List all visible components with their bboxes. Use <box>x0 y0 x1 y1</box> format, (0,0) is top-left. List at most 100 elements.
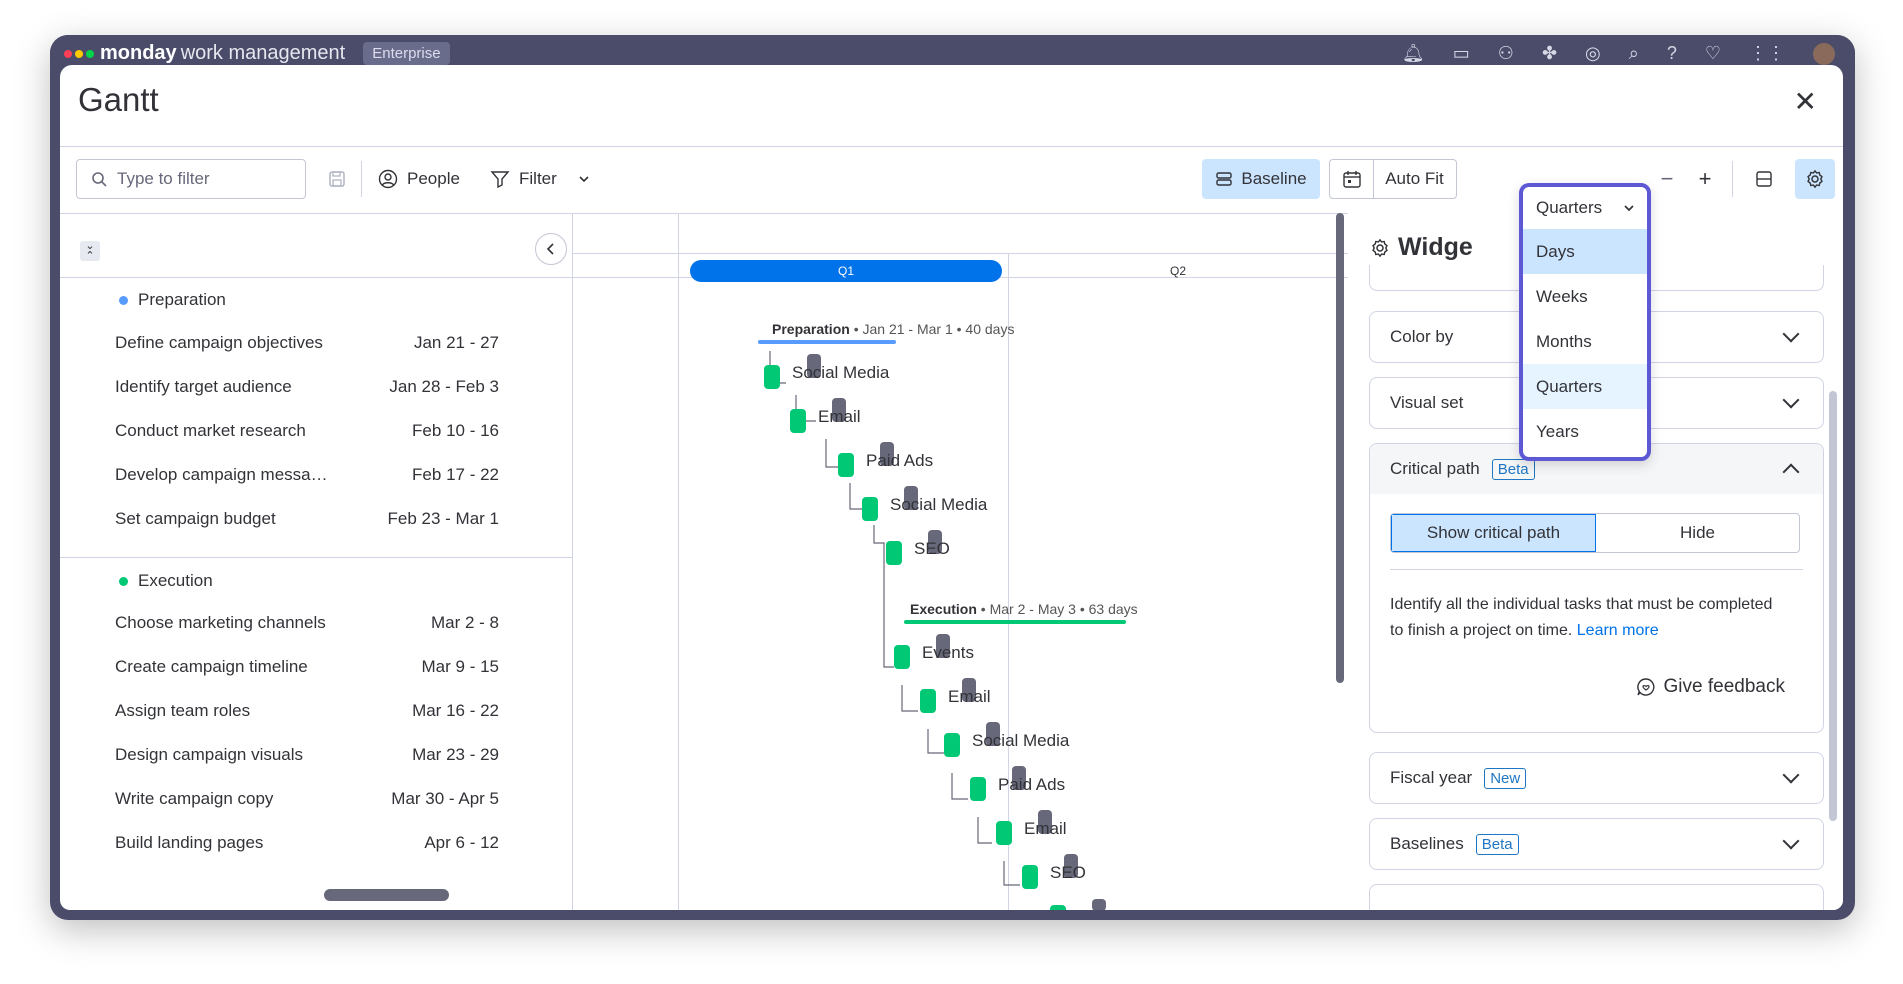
brand-subtitle: work management <box>180 42 346 64</box>
task-row[interactable]: Develop campaign messag… Feb 17 - 22 <box>115 465 499 485</box>
baseline-icon <box>1216 172 1233 186</box>
task-bar[interactable] <box>764 365 780 389</box>
dropdown-option-years[interactable]: Years <box>1523 409 1647 454</box>
chevron-down-icon[interactable] <box>578 173 590 185</box>
zoom-in-button[interactable]: + <box>1690 159 1720 199</box>
new-badge: New <box>1484 767 1527 789</box>
logo[interactable]: monday work management Enterprise <box>64 42 450 65</box>
people-button[interactable]: People <box>378 159 460 199</box>
heart-icon[interactable]: ♡ <box>1705 43 1721 65</box>
task-row[interactable]: Identify target audience Jan 28 - Feb 3 <box>115 377 499 397</box>
dropdown-option-quarters[interactable]: Quarters <box>1523 364 1647 409</box>
task-row[interactable]: Create campaign timeline Mar 9 - 15 <box>115 657 499 677</box>
gear-icon <box>1372 238 1388 257</box>
task-row[interactable]: Define campaign objectives Jan 21 - 27 <box>115 333 499 353</box>
task-row[interactable]: Choose marketing channels Mar 2 - 8 <box>115 613 499 633</box>
task-bar[interactable] <box>996 821 1012 845</box>
zoom-out-button[interactable]: − <box>1652 159 1682 199</box>
task-bar[interactable] <box>1022 865 1038 889</box>
panel-scrollbar[interactable] <box>1829 391 1837 821</box>
filter-button[interactable]: Filter <box>490 159 590 199</box>
group-color-dot <box>119 295 128 305</box>
task-bar[interactable] <box>838 453 854 477</box>
beta-badge: Beta <box>1491 458 1535 480</box>
task-bar[interactable] <box>944 733 960 757</box>
divider <box>60 277 572 278</box>
person-icon <box>378 169 398 189</box>
chevron-down-icon <box>1624 205 1634 212</box>
horizontal-scrollbar[interactable] <box>324 889 449 901</box>
dropdown-option-days[interactable]: Days <box>1523 229 1647 274</box>
task-row[interactable]: Set campaign budget Feb 23 - Mar 1 <box>115 509 499 529</box>
task-dates: Feb 17 - 22 <box>412 465 499 484</box>
brand-name: monday <box>100 42 177 64</box>
accordion-baselines[interactable]: Baselines Beta <box>1369 818 1824 870</box>
task-bar[interactable] <box>862 497 878 521</box>
learn-more-link[interactable]: Learn more <box>1577 622 1659 639</box>
invite-icon[interactable]: ⚇ <box>1498 43 1514 65</box>
filter-label: Filter <box>519 169 557 188</box>
inbox-icon[interactable]: ▭ <box>1453 43 1470 65</box>
show-critical-path-button[interactable]: Show critical path <box>1391 514 1596 552</box>
baseline-button[interactable]: Baseline <box>1202 159 1320 199</box>
task-bar[interactable] <box>1050 905 1066 910</box>
accordion-label: Baselines <box>1390 834 1464 853</box>
task-tag: SEO <box>1050 863 1086 882</box>
task-dates: Jan 28 - Feb 3 <box>389 377 499 396</box>
give-feedback-button[interactable]: Give feedback <box>1636 676 1785 698</box>
filter-icon <box>490 171 510 189</box>
help-icon[interactable]: ? <box>1667 43 1677 65</box>
panel-header: Widge <box>1370 233 1473 262</box>
collapse-panel-button[interactable] <box>535 233 567 265</box>
task-dates: Mar 23 - 29 <box>412 745 499 764</box>
task-dates: Mar 30 - Apr 5 <box>391 789 499 808</box>
critical-path-toggle: Show critical path Hide <box>1390 513 1800 553</box>
ai-icon[interactable]: ◎ <box>1585 43 1601 65</box>
hide-button[interactable]: Hide <box>1596 514 1799 552</box>
collapse-all-icon[interactable]: ⌄ ⌃ <box>80 241 100 262</box>
search-icon[interactable]: ⌕ <box>1629 43 1639 65</box>
task-row[interactable]: Conduct market research Feb 10 - 16 <box>115 421 499 441</box>
apps-icon[interactable]: ✤ <box>1542 43 1557 65</box>
layout-icon <box>1756 171 1772 187</box>
save-view-icon[interactable] <box>322 159 352 199</box>
task-name: Assign team roles <box>115 701 251 720</box>
accordion-fiscal-year[interactable]: Fiscal year New <box>1369 752 1824 804</box>
group-title-execution[interactable]: Execution <box>119 571 213 591</box>
task-bar[interactable] <box>886 541 902 565</box>
task-row[interactable]: Build landing pages Apr 6 - 12 <box>115 833 499 853</box>
divider <box>60 557 572 558</box>
chevron-left-icon <box>546 243 554 255</box>
calendar-today-button[interactable] <box>1329 159 1374 199</box>
dropdown-option-months[interactable]: Months <box>1523 319 1647 364</box>
vertical-scrollbar[interactable] <box>1336 213 1344 683</box>
group-title-preparation[interactable]: Preparation <box>119 290 226 310</box>
task-dates: Feb 23 - Mar 1 <box>387 509 500 528</box>
auto-fit-button[interactable]: Auto Fit <box>1373 159 1457 199</box>
task-bar[interactable] <box>920 689 936 713</box>
task-name: Design campaign visuals <box>115 745 304 764</box>
task-row[interactable]: Assign team roles Mar 16 - 22 <box>115 701 499 721</box>
accordion-label: Color by <box>1390 327 1454 346</box>
critical-path-description: Identify all the individual tasks that m… <box>1390 592 1790 644</box>
dropdown-trigger[interactable]: Quarters <box>1523 187 1647 229</box>
settings-button[interactable] <box>1795 159 1835 199</box>
baseline-bar <box>1092 899 1106 910</box>
avatar[interactable] <box>1813 43 1835 65</box>
task-row[interactable]: Write campaign copy Mar 30 - Apr 5 <box>115 789 499 809</box>
dropdown-option-weeks[interactable]: Weeks <box>1523 274 1647 319</box>
search-input[interactable]: Type to filter <box>76 159 306 199</box>
split-view-button[interactable] <box>1744 159 1784 199</box>
give-feedback-label: Give feedback <box>1663 676 1785 697</box>
dependency-arrows <box>769 351 1020 886</box>
bell-icon[interactable]: 🔔︎ <box>1402 43 1425 65</box>
grid-icon[interactable]: ⋮⋮ <box>1749 43 1785 65</box>
task-bar[interactable] <box>894 645 910 669</box>
task-bar[interactable] <box>970 777 986 801</box>
task-row[interactable]: Design campaign visuals Mar 23 - 29 <box>115 745 499 765</box>
task-bar[interactable] <box>790 409 806 433</box>
close-icon[interactable]: ✕ <box>1794 85 1817 118</box>
panel-title: Widge <box>1398 233 1473 261</box>
task-name: Set campaign budget <box>115 509 276 528</box>
task-dates: Feb 10 - 16 <box>412 421 499 440</box>
